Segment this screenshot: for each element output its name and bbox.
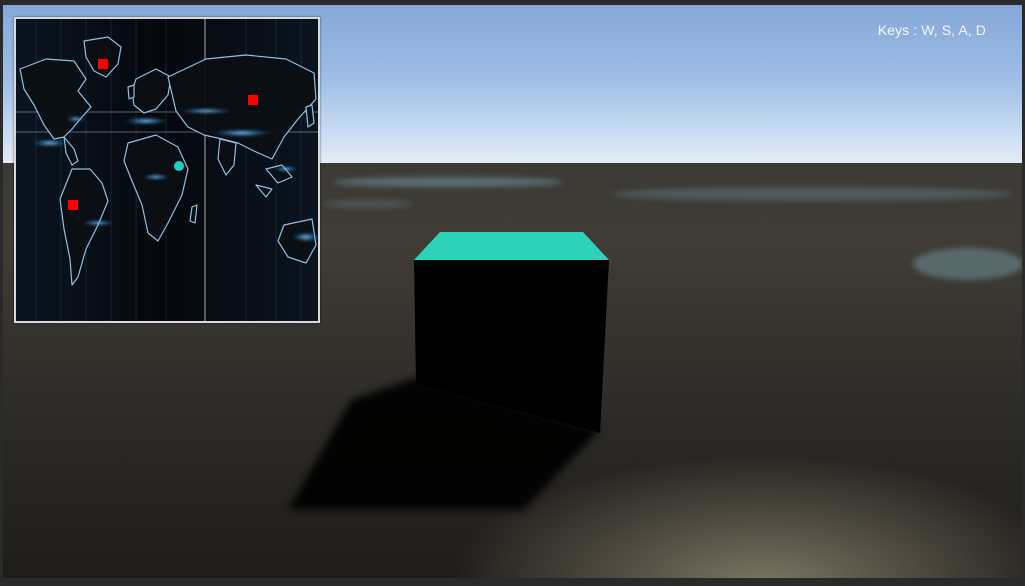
minimap: [14, 17, 320, 323]
cube-top-face: [414, 232, 609, 260]
player-marker: [174, 161, 184, 171]
target-marker: [248, 95, 258, 105]
target-marker: [98, 59, 108, 69]
world-map: [16, 19, 318, 321]
controls-hint: Keys : W, S, A, D: [877, 22, 986, 38]
target-marker: [68, 200, 78, 210]
cube-front-face: [414, 260, 609, 433]
game-viewport[interactable]: Keys : W, S, A, D: [3, 5, 1022, 578]
